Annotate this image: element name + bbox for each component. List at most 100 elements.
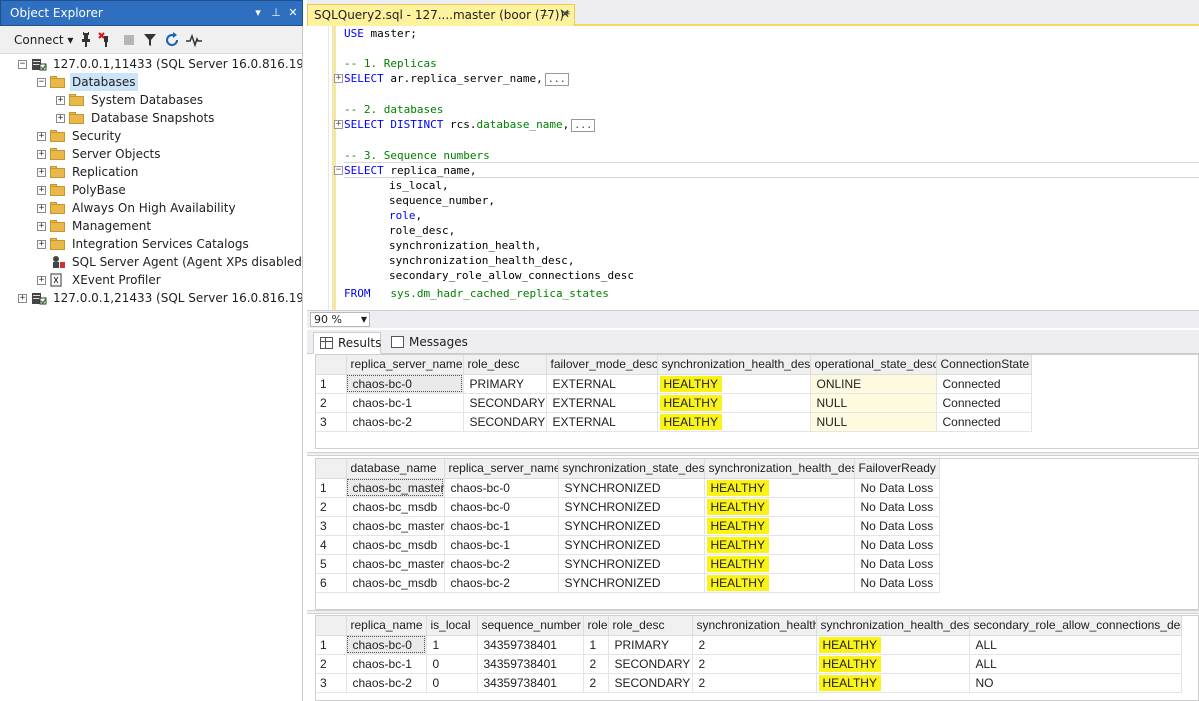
table-cell[interactable]: SYNCHRONIZED: [558, 497, 705, 517]
column-header[interactable]: synchronization_health_desc: [816, 616, 970, 636]
grid-splitter[interactable]: [307, 452, 1199, 456]
expand-icon[interactable]: +: [37, 168, 46, 177]
close-tab-icon[interactable]: ✕: [560, 7, 570, 21]
table-cell[interactable]: SYNCHRONIZED: [558, 535, 705, 555]
tree-node[interactable]: + PolyBase: [0, 181, 302, 199]
connect-plug-icon[interactable]: [78, 32, 94, 48]
table-cell[interactable]: HEALTHY: [816, 654, 970, 674]
tree-node[interactable]: + Server Objects: [0, 145, 302, 163]
table-cell[interactable]: chaos-bc-2: [346, 412, 464, 432]
table-cell[interactable]: EXTERNAL: [546, 393, 658, 413]
table-cell[interactable]: chaos-bc_msdb: [346, 497, 445, 517]
table-cell[interactable]: chaos-bc-2: [346, 673, 427, 693]
activity-monitor-icon[interactable]: [186, 32, 202, 48]
table-cell[interactable]: NULL: [810, 393, 937, 413]
column-header[interactable]: synchronization_health: [692, 616, 817, 636]
table-cell[interactable]: Connected: [936, 393, 1032, 413]
outline-expand-icon[interactable]: +: [334, 120, 343, 129]
corner-cell[interactable]: [316, 459, 347, 479]
table-cell[interactable]: 1: [426, 635, 478, 655]
table-cell[interactable]: 34359738401: [477, 654, 584, 674]
column-header[interactable]: replica_server_name: [444, 459, 559, 479]
expand-icon[interactable]: +: [37, 276, 46, 285]
table-row[interactable]: 3 chaos-bc_master chaos-bc-1 SYNCHRONIZED HE…: [316, 516, 940, 536]
row-number[interactable]: 3: [316, 516, 347, 536]
table-cell[interactable]: No Data Loss: [854, 516, 940, 536]
table-cell[interactable]: ALL: [969, 635, 1182, 655]
table-cell[interactable]: SYNCHRONIZED: [558, 516, 705, 536]
stop-icon[interactable]: [121, 32, 137, 48]
tree-node[interactable]: − 127.0.0.1,11433 (SQL Server 16.0.816.19…: [0, 55, 302, 73]
collapsed-code-marker[interactable]: ...: [571, 119, 596, 132]
tab-results[interactable]: Results: [313, 332, 381, 354]
table-cell[interactable]: 2: [583, 673, 609, 693]
collapse-icon[interactable]: −: [37, 78, 46, 87]
table-cell[interactable]: chaos-bc-1: [346, 393, 464, 413]
expand-icon[interactable]: +: [37, 132, 46, 141]
table-cell[interactable]: No Data Loss: [854, 497, 940, 517]
table-cell[interactable]: ONLINE: [810, 374, 937, 394]
table-cell[interactable]: chaos-bc-0: [346, 635, 427, 655]
table-cell[interactable]: 34359738401: [477, 635, 584, 655]
row-number[interactable]: 1: [316, 374, 347, 394]
table-cell[interactable]: HEALTHY: [657, 393, 811, 413]
grid-splitter[interactable]: [307, 610, 1199, 614]
tree-node[interactable]: SQL Server Agent (Agent XPs disabled): [0, 253, 302, 271]
table-cell[interactable]: HEALTHY: [704, 554, 855, 574]
expand-icon[interactable]: +: [37, 222, 46, 231]
table-cell[interactable]: 2: [692, 654, 817, 674]
table-cell[interactable]: HEALTHY: [657, 412, 811, 432]
table-row[interactable]: 6 chaos-bc_msdb chaos-bc-2 SYNCHRONIZED HEAL…: [316, 573, 940, 593]
column-header[interactable]: role: [583, 616, 609, 636]
table-cell[interactable]: chaos-bc-2: [444, 573, 559, 593]
table-cell[interactable]: No Data Loss: [854, 573, 940, 593]
table-cell[interactable]: SYNCHRONIZED: [558, 478, 705, 498]
table-cell[interactable]: No Data Loss: [854, 535, 940, 555]
query-document-tab[interactable]: SQLQuery2.sql - 127....master (boor (77)…: [307, 4, 575, 26]
row-number[interactable]: 5: [316, 554, 347, 574]
connect-button[interactable]: Connect ▾: [14, 33, 73, 47]
table-cell[interactable]: SECONDARY: [463, 412, 547, 432]
table-cell[interactable]: HEALTHY: [704, 573, 855, 593]
table-cell[interactable]: 2: [692, 673, 817, 693]
tab-messages[interactable]: Messages: [385, 332, 468, 354]
tree-node[interactable]: + Integration Services Catalogs: [0, 235, 302, 253]
expand-icon[interactable]: +: [18, 294, 27, 303]
table-cell[interactable]: SYNCHRONIZED: [558, 573, 705, 593]
row-number[interactable]: 3: [316, 412, 347, 432]
table-cell[interactable]: No Data Loss: [854, 478, 940, 498]
table-cell[interactable]: HEALTHY: [704, 535, 855, 555]
table-cell[interactable]: 2: [692, 635, 817, 655]
table-cell[interactable]: PRIMARY: [608, 635, 693, 655]
column-header[interactable]: sequence_number: [477, 616, 584, 636]
column-header[interactable]: ConnectionState: [936, 355, 1032, 375]
column-header[interactable]: operational_state_desc: [810, 355, 937, 375]
tree-node[interactable]: + Replication: [0, 163, 302, 181]
row-number[interactable]: 1: [316, 635, 347, 655]
tree-node[interactable]: +127.0.0.1,21433 (SQL Server 16.0.816.19…: [0, 289, 302, 307]
tree-node[interactable]: + Database Snapshots: [0, 109, 302, 127]
column-header[interactable]: role_desc: [463, 355, 547, 375]
table-cell[interactable]: chaos-bc-1: [444, 535, 559, 555]
expand-icon[interactable]: +: [56, 96, 65, 105]
table-cell[interactable]: Connected: [936, 412, 1032, 432]
tree-node[interactable]: + System Databases: [0, 91, 302, 109]
row-number[interactable]: 6: [316, 573, 347, 593]
table-row[interactable]: 2 chaos-bc-1 SECONDARY EXTERNAL HEALTHY NULL C…: [316, 393, 1032, 413]
refresh-icon[interactable]: [164, 32, 180, 48]
table-cell[interactable]: chaos-bc_msdb: [346, 573, 445, 593]
table-cell[interactable]: 1: [583, 635, 609, 655]
column-header[interactable]: role_desc: [608, 616, 693, 636]
outline-collapse-icon[interactable]: −: [334, 166, 343, 175]
column-header[interactable]: synchronization_state_desc: [558, 459, 705, 479]
table-cell[interactable]: SECONDARY: [463, 393, 547, 413]
table-cell[interactable]: HEALTHY: [704, 478, 855, 498]
row-number[interactable]: 2: [316, 393, 347, 413]
table-cell[interactable]: 2: [583, 654, 609, 674]
column-header[interactable]: replica_server_name: [346, 355, 464, 375]
table-cell[interactable]: HEALTHY: [816, 673, 970, 693]
tree-node[interactable]: − Databases: [0, 73, 302, 91]
table-row[interactable]: 5 chaos-bc_master chaos-bc-2 SYNCHRONIZED HE…: [316, 554, 940, 574]
table-row[interactable]: 2 chaos-bc_msdb chaos-bc-0 SYNCHRONIZED HEAL…: [316, 497, 940, 517]
table-cell[interactable]: SYNCHRONIZED: [558, 554, 705, 574]
